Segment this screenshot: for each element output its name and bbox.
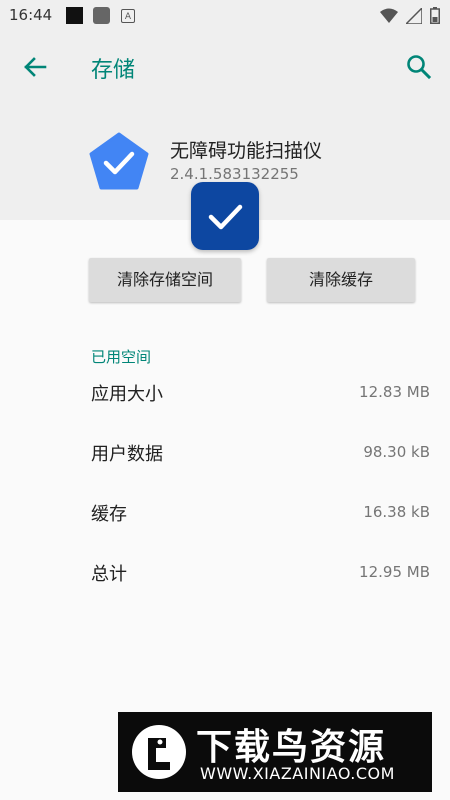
row-label: 应用大小: [91, 384, 163, 405]
black-square-icon: [66, 7, 83, 24]
bird-logo-icon: [132, 725, 186, 779]
list-item: 应用大小 12.83 MB: [0, 374, 450, 414]
battery-icon: [430, 7, 440, 24]
wifi-icon: [380, 8, 398, 23]
list-item: 总计 12.95 MB: [0, 554, 450, 594]
signal-icon: [406, 7, 422, 24]
app-icon: [87, 130, 151, 194]
arrow-back-icon: [24, 57, 47, 77]
status-time: 16:44: [9, 6, 53, 24]
clear-storage-button[interactable]: 清除存储空间: [89, 258, 241, 302]
row-value: 12.83 MB: [359, 383, 430, 401]
search-button[interactable]: [402, 50, 436, 84]
list-item: 缓存 16.38 kB: [0, 494, 450, 534]
scanner-overlay-button[interactable]: [191, 182, 259, 250]
section-title: 已用空间: [91, 348, 152, 366]
app-version: 2.4.1.583132255: [170, 165, 299, 183]
row-value: 16.38 kB: [363, 503, 430, 521]
clear-cache-button[interactable]: 清除缓存: [267, 258, 415, 302]
back-button[interactable]: [18, 50, 52, 84]
banner-title: 下载鸟资源: [196, 727, 387, 768]
app-name: 无障碍功能扫描仪: [170, 140, 323, 162]
banner-url: WWW.XIAZAINIAO.COM: [200, 764, 395, 783]
search-icon: [407, 55, 432, 80]
row-value: 12.95 MB: [359, 563, 430, 581]
row-label: 总计: [91, 564, 127, 585]
checkmark-icon: [208, 204, 243, 230]
page-title: 存储: [91, 58, 136, 83]
toolbar: 存储: [0, 30, 450, 102]
row-label: 缓存: [91, 504, 127, 525]
pentagon-check-icon: [89, 132, 149, 190]
row-label: 用户数据: [91, 444, 163, 465]
list-item: 用户数据 98.30 kB: [0, 434, 450, 474]
a-notification-icon: A: [121, 9, 135, 23]
gray-square-icon: [93, 7, 110, 24]
watermark-banner: 下载鸟资源 WWW.XIAZAINIAO.COM: [118, 712, 432, 792]
status-icons: [380, 7, 440, 24]
row-value: 98.30 kB: [363, 443, 430, 461]
status-bar: 16:44 A: [0, 0, 450, 30]
